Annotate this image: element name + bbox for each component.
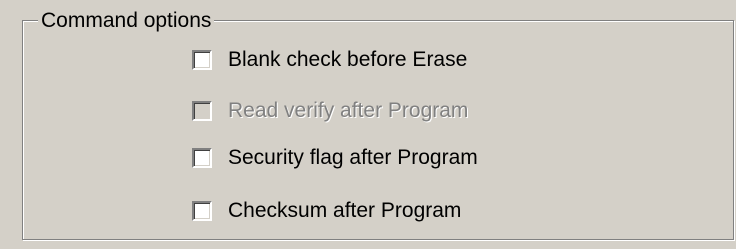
read-verify-after-program-option: Read verify after Program bbox=[192, 97, 468, 125]
security-flag-after-program-label[interactable]: Security flag after Program bbox=[228, 146, 478, 170]
checksum-after-program-label[interactable]: Checksum after Program bbox=[228, 199, 461, 223]
security-flag-after-program-option[interactable]: Security flag after Program bbox=[192, 144, 478, 172]
command-options-panel: Command options Blank check before Erase… bbox=[0, 0, 736, 249]
checksum-after-program-checkbox[interactable] bbox=[192, 201, 212, 221]
read-verify-after-program-checkbox bbox=[192, 101, 212, 121]
blank-check-before-erase-option[interactable]: Blank check before Erase bbox=[192, 46, 467, 74]
blank-check-before-erase-label[interactable]: Blank check before Erase bbox=[228, 48, 467, 72]
read-verify-after-program-label: Read verify after Program bbox=[228, 99, 469, 122]
checksum-after-program-option[interactable]: Checksum after Program bbox=[192, 197, 461, 225]
blank-check-before-erase-checkbox[interactable] bbox=[192, 50, 212, 70]
groupbox-title: Command options bbox=[38, 9, 215, 33]
security-flag-after-program-checkbox[interactable] bbox=[192, 148, 212, 168]
